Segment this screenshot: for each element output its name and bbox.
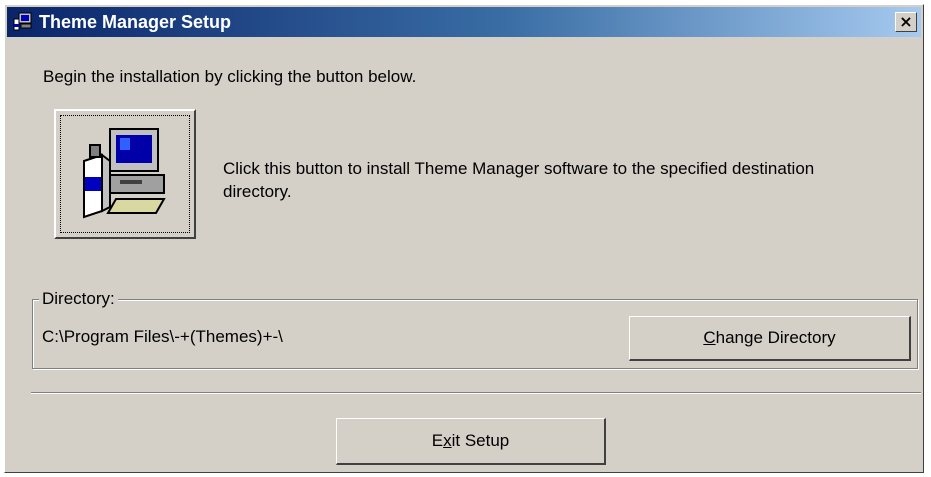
exit-setup-label-post: it Setup xyxy=(451,431,510,450)
install-button[interactable] xyxy=(54,109,196,239)
computer-install-icon xyxy=(83,128,166,219)
close-icon: × xyxy=(899,12,913,31)
window-title: Theme Manager Setup xyxy=(39,12,232,32)
setup-computer-icon xyxy=(13,12,32,31)
install-description: Click this button to install Theme Manag… xyxy=(223,159,815,201)
change-directory-accel-key: C xyxy=(703,328,716,347)
exit-setup-label-pre: E xyxy=(431,431,444,450)
exit-setup-accel-key: x xyxy=(443,431,452,450)
intro-text: Begin the installation by clicking the b… xyxy=(43,67,417,86)
exit-setup-button[interactable]: Exit Setup xyxy=(336,418,606,465)
change-directory-label-post: hange Directory xyxy=(715,328,836,347)
separator xyxy=(31,392,921,394)
directory-path: C:\Program Files\-+(Themes)+-\ xyxy=(42,327,283,346)
setup-dialog: Theme Manager Setup × Begin the installa… xyxy=(4,4,924,473)
title-bar[interactable]: Theme Manager Setup × xyxy=(7,7,921,37)
close-button[interactable]: × xyxy=(895,12,917,32)
change-directory-button[interactable]: Change Directory xyxy=(629,316,911,361)
directory-label: Directory: xyxy=(39,289,118,309)
